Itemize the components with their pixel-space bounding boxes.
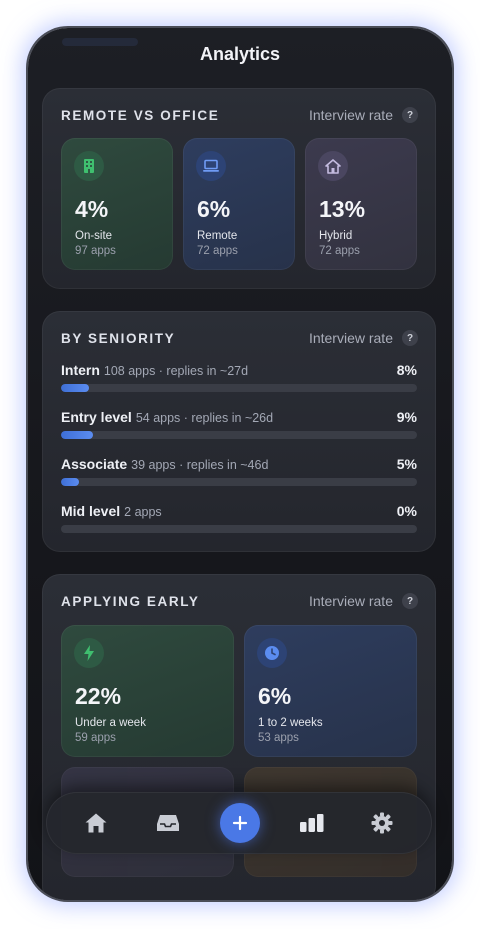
tile-label: 1 to 2 weeks [258,717,323,729]
nav-home[interactable] [76,803,116,843]
row-percent: 0% [396,503,417,519]
row-label: Intern 108 apps · replies in ~27d [61,362,248,378]
card-header: APPLYING EARLY Interview rate ? [61,592,418,612]
progress-bar-fill [61,478,79,486]
tile-on-site[interactable]: 4% On-site 97 apps [61,138,173,270]
remote-vs-office-card: REMOTE VS OFFICE Interview rate ? 4% On-… [42,88,436,289]
tile-value: 6% [197,196,231,222]
tile-value: 13% [319,196,366,222]
phone-frame: Analytics REMOTE VS OFFICE Interview rat… [28,28,452,900]
tile-hybrid[interactable]: 13% Hybrid 72 apps [305,138,417,270]
row-percent: 5% [396,456,417,472]
card-header: BY SENIORITY Interview rate ? [61,329,418,349]
tile-label: Under a week [75,717,146,729]
interview-rate-text: Interview rate [308,593,393,609]
card-header: REMOTE VS OFFICE Interview rate ? [61,106,418,126]
tile-sub: 59 apps [75,732,116,744]
seniority-row-associate[interactable]: Associate 39 apps · replies in ~46d 5% [61,456,417,496]
seniority-card: BY SENIORITY Interview rate ? Intern 108 … [42,311,436,552]
page-title: Analytics [199,44,281,64]
help-icon[interactable]: ? [402,330,418,346]
nav-analytics[interactable] [292,803,332,843]
bar-chart-icon [300,814,324,832]
laptop-icon [196,151,226,181]
tile-sub: 53 apps [258,732,299,744]
seniority-row-entry-level[interactable]: Entry level 54 apps · replies in ~26d 9% [61,409,417,449]
row-meta: 39 apps · replies in ~46d [131,458,269,472]
row-percent: 8% [396,362,417,378]
row-name: Mid level [61,503,121,519]
seniority-row-intern[interactable]: Intern 108 apps · replies in ~27d 8% [61,362,417,402]
tile-sub: 72 apps [319,245,360,257]
row-label: Associate 39 apps · replies in ~46d [61,456,268,472]
tile-label: Hybrid [319,230,353,242]
add-icon [232,815,248,831]
tile-value: 4% [75,196,109,222]
progress-bar [61,478,417,486]
card-title: BY SENIORITY [61,331,176,346]
tile-value: 22% [75,683,122,709]
inbox-icon [157,815,179,831]
row-name: Associate [61,456,128,472]
row-meta: 54 apps · replies in ~26d [135,411,274,425]
nav-settings[interactable] [362,803,402,843]
progress-bar [61,431,417,439]
row-name: Intern [61,362,100,378]
row-label: Mid level 2 apps [61,503,162,519]
tile-under-a-week[interactable]: 22% Under a week 59 apps [61,625,234,757]
gear-icon [371,812,393,834]
row-label: Entry level 54 apps · replies in ~26d [61,409,273,425]
progress-bar [61,525,417,533]
interview-rate-text: Interview rate [308,330,393,346]
tile-label: On-site [75,230,113,242]
clock-icon [257,638,287,668]
progress-bar [61,384,417,392]
tile-1-to-2-weeks[interactable]: 6% 1 to 2 weeks 53 apps [244,625,417,757]
progress-bar-fill [61,384,90,392]
help-icon[interactable]: ? [402,593,418,609]
row-name: Entry level [61,409,132,425]
tile-remote[interactable]: 6% Remote 72 apps [183,138,295,270]
home-icon [85,813,107,833]
interview-rate-label: Interview rate ? [309,107,418,123]
card-title: REMOTE VS OFFICE [61,108,220,123]
interview-rate-label: Interview rate ? [309,330,418,346]
help-icon[interactable]: ? [402,107,418,123]
nav-add-button[interactable] [220,803,260,843]
tile-sub: 72 apps [197,245,238,257]
tile-sub: 97 apps [75,245,116,257]
nav-inbox[interactable] [148,803,188,843]
building-icon [74,151,104,181]
row-percent: 9% [396,409,417,425]
interview-rate-text: Interview rate [308,107,393,123]
bottom-nav [46,792,432,854]
lightning-icon [74,638,104,668]
row-meta: 2 apps [124,505,162,519]
tile-value: 6% [258,683,292,709]
tile-label: Remote [197,230,238,242]
row-meta: 108 apps · replies in ~27d [103,364,249,378]
progress-bar-fill [61,431,94,439]
seniority-row-mid-level[interactable]: Mid level 2 apps 0% [61,503,417,543]
interview-rate-label: Interview rate ? [309,593,418,609]
home-icon [318,151,348,181]
card-title: APPLYING EARLY [61,594,200,609]
